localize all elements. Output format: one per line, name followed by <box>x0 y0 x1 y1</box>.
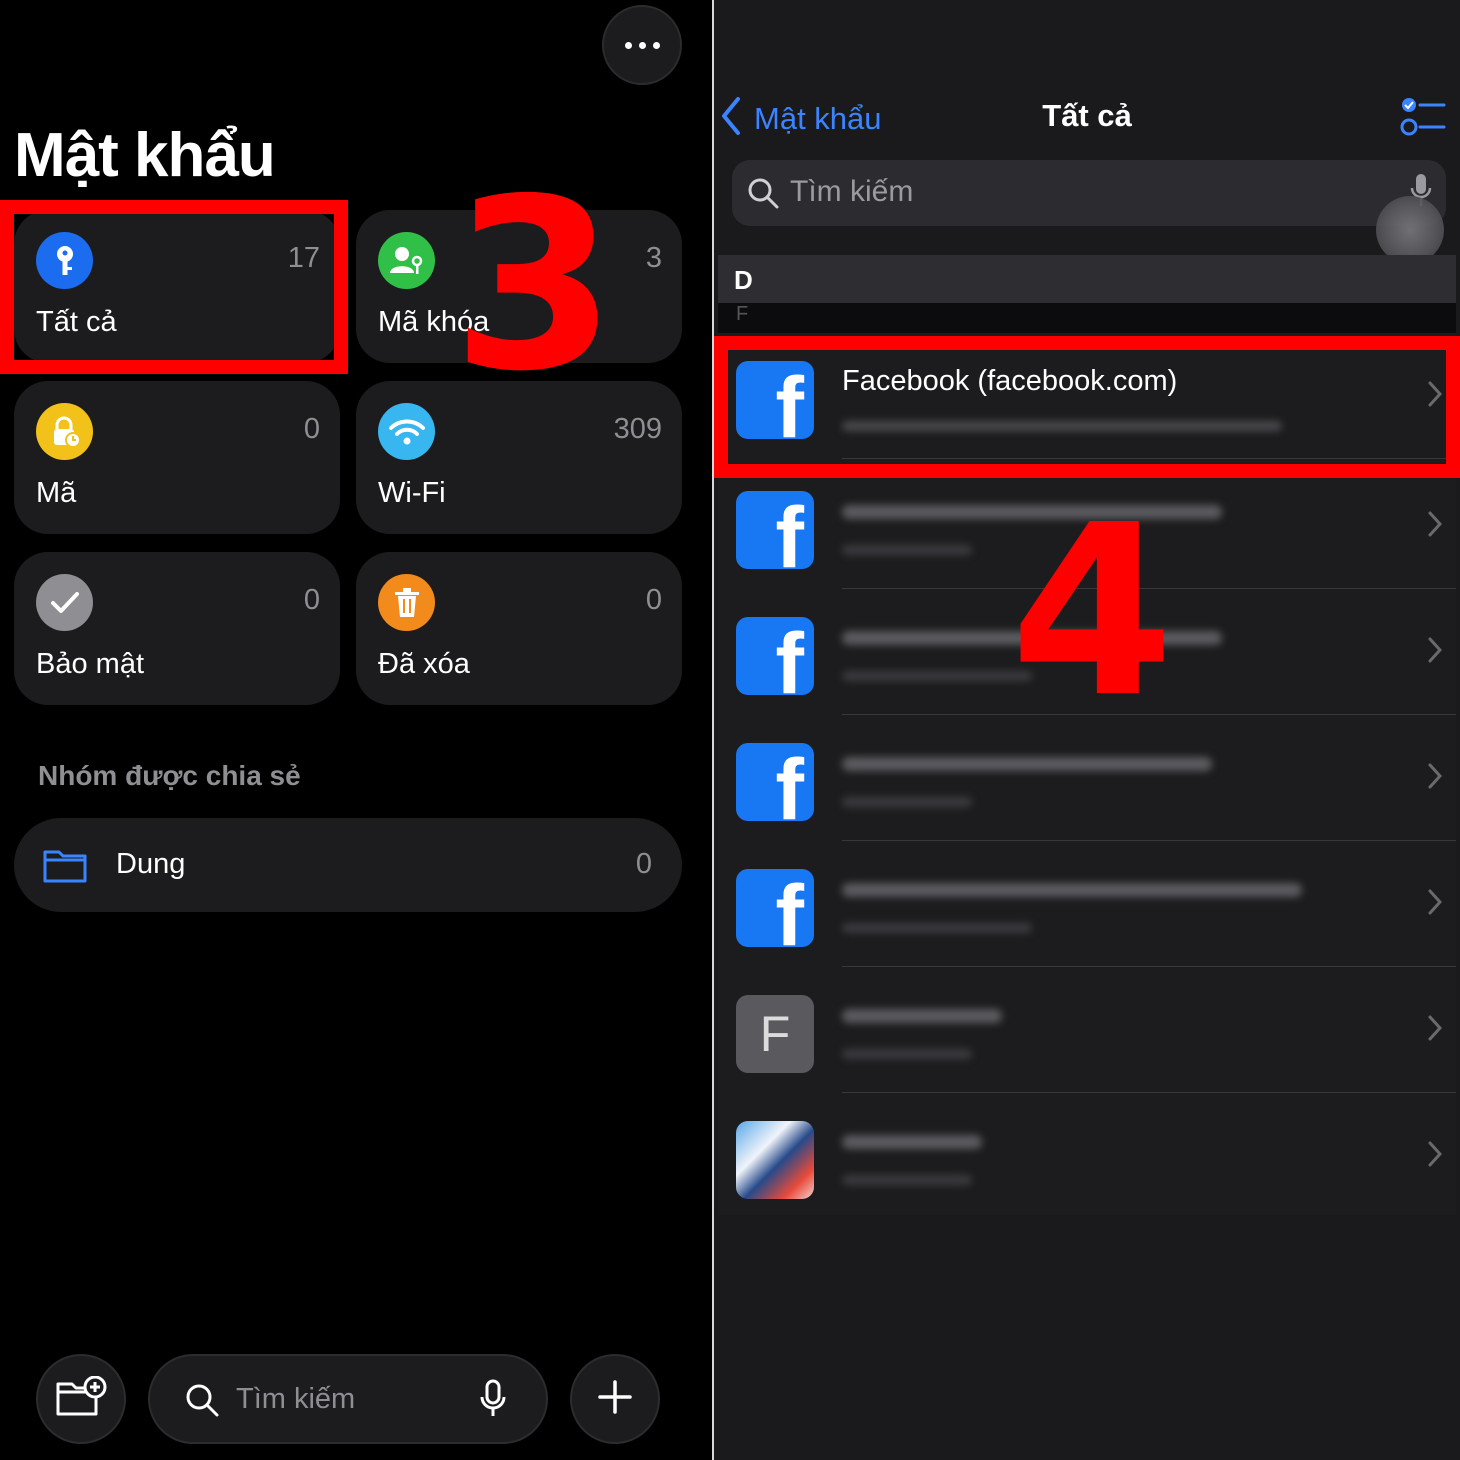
tile-deleted[interactable]: 0 Đã xóa <box>356 552 682 705</box>
all-passwords-screen: Mật khẩu Tất cả Tìm kiếm D F f Facebook … <box>714 0 1460 1460</box>
add-button[interactable] <box>570 1354 660 1444</box>
tile-label: Bảo mật <box>36 648 144 680</box>
ellipsis-icon <box>624 41 660 49</box>
tile-label: Đã xóa <box>378 648 470 680</box>
search-placeholder: Tìm kiếm <box>236 1383 356 1415</box>
letter-f-icon: F <box>736 995 814 1073</box>
list-item[interactable] <box>718 1093 1456 1219</box>
list-item[interactable]: F <box>718 967 1456 1093</box>
tile-count: 0 <box>303 584 320 616</box>
section-letter: D <box>734 265 753 295</box>
trash-icon <box>378 574 435 631</box>
group-label: Dung <box>116 848 186 880</box>
tile-count: 309 <box>613 413 662 445</box>
person-key-icon <box>378 232 435 289</box>
search-field[interactable]: Tìm kiếm <box>148 1354 548 1444</box>
list-item[interactable]: f <box>718 841 1456 967</box>
blurred-username <box>842 1175 972 1185</box>
search-placeholder: Tìm kiếm <box>790 175 914 208</box>
blurred-title <box>842 1009 1002 1023</box>
facebook-icon: f <box>736 617 814 695</box>
filter-list-button[interactable] <box>1400 96 1446 143</box>
chevron-right-icon <box>1428 1015 1443 1046</box>
blurred-title <box>842 883 1302 897</box>
facebook-icon: f <box>736 743 814 821</box>
chevron-right-icon <box>1428 637 1443 668</box>
tile-count: 0 <box>303 413 320 445</box>
blurred-username <box>842 671 1032 681</box>
section-header: D <box>718 255 1456 303</box>
chevron-right-icon <box>1428 763 1443 794</box>
blurred-username <box>842 923 1032 933</box>
plus-icon <box>598 1379 632 1419</box>
highlight-box-step3 <box>0 200 348 374</box>
search-icon <box>746 176 780 215</box>
checkmark-icon <box>36 574 93 631</box>
shared-group-row[interactable]: Dung 0 <box>14 818 682 912</box>
shared-groups-heading: Nhóm được chia sẻ <box>38 760 301 791</box>
step-number-4: 4 <box>1010 474 1175 749</box>
blurred-title <box>842 1135 982 1149</box>
blurred-username <box>842 545 972 555</box>
search-field[interactable]: Tìm kiếm <box>732 160 1446 226</box>
folder-plus-icon <box>55 1375 107 1423</box>
game-app-icon <box>736 1121 814 1199</box>
tile-count: 3 <box>645 242 662 274</box>
tile-codes[interactable]: 0 Mã <box>14 381 340 534</box>
highlight-box-step4 <box>714 336 1460 478</box>
step-number-3: 3 <box>452 148 617 423</box>
tile-label: Mã <box>36 477 77 509</box>
checklist-icon <box>1400 98 1446 142</box>
group-count: 0 <box>635 848 652 880</box>
blurred-title <box>842 757 1212 771</box>
new-folder-button[interactable] <box>36 1354 126 1444</box>
tile-count: 0 <box>645 584 662 616</box>
tile-security[interactable]: 0 Bảo mật <box>14 552 340 705</box>
wifi-icon <box>378 403 435 460</box>
facebook-icon: f <box>736 491 814 569</box>
blurred-username <box>842 1049 972 1059</box>
passwords-home-screen: Mật khẩu 17 Tất cả 3 Mã khóa 0 Mã 309 Wi… <box>0 0 712 1460</box>
chevron-right-icon <box>1428 889 1443 920</box>
page-title: Mật khẩu <box>14 121 276 190</box>
section-letter: F <box>736 303 749 325</box>
tile-label: Wi-Fi <box>378 477 446 509</box>
search-icon <box>184 1382 220 1423</box>
touch-indicator <box>1376 196 1444 264</box>
chevron-right-icon <box>1428 1141 1443 1172</box>
lock-clock-icon <box>36 403 93 460</box>
blurred-username <box>842 797 972 807</box>
microphone-icon[interactable] <box>480 1379 506 1424</box>
folder-icon <box>42 846 88 889</box>
section-header-next: F <box>718 303 1456 333</box>
more-options-button[interactable] <box>602 5 682 85</box>
nav-title: Tất cả <box>1042 98 1132 133</box>
facebook-icon: f <box>736 869 814 947</box>
chevron-right-icon <box>1428 511 1443 542</box>
